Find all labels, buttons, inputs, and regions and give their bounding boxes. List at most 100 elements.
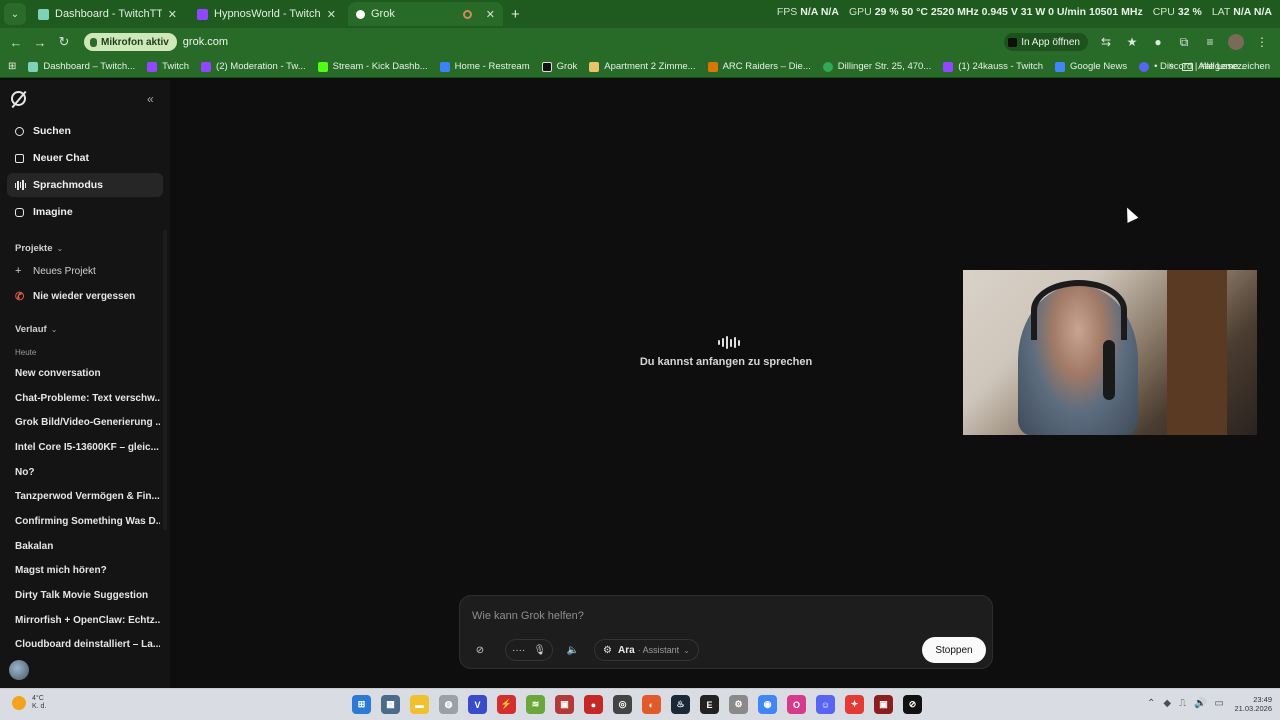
history-item[interactable]: New conversation bbox=[15, 368, 160, 379]
bookmark-item[interactable]: (2) Moderation - Tw... bbox=[201, 61, 306, 72]
extensions-puzzle-icon[interactable]: ⧉ bbox=[1176, 34, 1192, 50]
weather-widget[interactable]: 4°C K. d. bbox=[12, 695, 46, 711]
red-bird-app-icon[interactable]: ✦ bbox=[845, 695, 864, 714]
new-project-button[interactable]: + Neues Projekt bbox=[15, 265, 96, 277]
history-item[interactable]: Grok Bild/Video-Generierung ... bbox=[15, 417, 160, 428]
attach-icon[interactable]: ⊘ bbox=[470, 639, 490, 661]
history-item[interactable]: Cloudboard deinstalliert – La... bbox=[15, 639, 160, 650]
apps-grid-icon[interactable]: ⊞ bbox=[8, 61, 16, 72]
bookmark-item[interactable]: Apartment 2 Zimme... bbox=[589, 61, 696, 72]
translate-icon[interactable]: ⇆ bbox=[1098, 34, 1114, 50]
speaker-icon[interactable]: 🔈 bbox=[562, 639, 584, 661]
history-item[interactable]: Dirty Talk Movie Suggestion bbox=[15, 590, 160, 601]
tab-dashboard-twitchtts[interactable]: Dashboard - TwitchTTS ✕ bbox=[30, 2, 185, 26]
bookmark-item[interactable]: Home - Restream bbox=[439, 61, 530, 72]
grok-app-icon[interactable]: ⊘ bbox=[903, 695, 922, 714]
history-section-toggle[interactable]: Verlauf ⌄ bbox=[15, 324, 57, 335]
user-avatar[interactable] bbox=[9, 660, 29, 680]
epic-games-icon[interactable]: E bbox=[700, 695, 719, 714]
chrome-icon[interactable]: ◉ bbox=[758, 695, 777, 714]
clock-time: 23:49 bbox=[1253, 695, 1272, 704]
tab-grok[interactable]: Grok ✕ bbox=[348, 2, 503, 26]
tray-app-icon[interactable]: ◆ bbox=[1163, 698, 1171, 709]
streamer-app-icon[interactable]: ▣ bbox=[555, 695, 574, 714]
profile-avatar[interactable] bbox=[1228, 34, 1244, 50]
tab-hypnosworld-twitch[interactable]: HypnosWorld - Twitch ✕ bbox=[189, 2, 344, 26]
browser-menu-icon[interactable]: ⋮ bbox=[1254, 34, 1270, 50]
url-field[interactable]: grok.com bbox=[183, 36, 228, 48]
settings-gear-icon[interactable]: ⚙ bbox=[729, 695, 748, 714]
stop-button[interactable]: Stoppen bbox=[922, 637, 986, 663]
bookmark-star-icon[interactable]: ★ bbox=[1124, 34, 1140, 50]
microphone-active-badge[interactable]: Mikrofon aktiv bbox=[84, 33, 177, 51]
tray-overflow-chevron-icon[interactable]: ⌃ bbox=[1147, 698, 1155, 709]
bookmark-item[interactable]: Google News bbox=[1055, 61, 1127, 72]
file-explorer-icon[interactable]: ▬ bbox=[410, 695, 429, 714]
start-menu-icon[interactable]: ⊞ bbox=[352, 695, 371, 714]
folder-icon bbox=[1182, 62, 1194, 71]
open-in-app-button[interactable]: In App öffnen bbox=[1004, 33, 1088, 51]
message-input[interactable] bbox=[472, 608, 872, 624]
record-app-icon[interactable]: ● bbox=[584, 695, 603, 714]
microphone-icon[interactable]: 🎙 bbox=[533, 645, 546, 656]
history-item[interactable]: Chat-Probleme: Text verschw... bbox=[15, 393, 160, 404]
stack-app-icon[interactable]: ≋ bbox=[526, 695, 545, 714]
bookmark-label: Apartment 2 Zimme... bbox=[604, 61, 696, 72]
projects-section-toggle[interactable]: Projekte ⌄ bbox=[15, 243, 63, 254]
network-icon[interactable]: ⎍ bbox=[1179, 698, 1186, 709]
history-item[interactable]: Intel Core I5-13600KF – gleic... bbox=[15, 442, 160, 453]
forward-arrow-icon[interactable]: → bbox=[28, 35, 52, 50]
opera-icon[interactable]: O bbox=[787, 695, 806, 714]
collapse-sidebar-icon[interactable]: « bbox=[147, 92, 154, 106]
history-item[interactable]: Bakalan bbox=[15, 541, 160, 552]
mouse-app-icon[interactable]: ◍ bbox=[439, 695, 458, 714]
bookmark-item[interactable]: Twitch bbox=[147, 61, 189, 72]
close-tab-icon[interactable]: ✕ bbox=[327, 8, 336, 21]
lat-value: N/A N/A bbox=[1233, 6, 1272, 18]
more-dots-icon[interactable]: ···· bbox=[512, 645, 525, 656]
back-arrow-icon[interactable]: ← bbox=[4, 35, 28, 50]
sidebar-item-imagine[interactable]: Imagine bbox=[7, 200, 163, 224]
reload-icon[interactable]: ↻ bbox=[52, 34, 76, 50]
bookmark-item[interactable]: ARC Raiders – Die... bbox=[707, 61, 811, 72]
history-item[interactable]: Mirrorfish + OpenClaw: Echtz... bbox=[15, 615, 160, 626]
history-item[interactable]: Confirming Something Was D... bbox=[15, 516, 160, 527]
taskbar-clock[interactable]: 23:49 21.03.2026 bbox=[1234, 695, 1272, 713]
sidebar-scrollbar[interactable] bbox=[163, 230, 167, 530]
extension-circle-icon[interactable]: ● bbox=[1150, 34, 1166, 50]
bookmark-item[interactable]: Stream - Kick Dashb... bbox=[317, 61, 428, 72]
close-tab-icon[interactable]: ✕ bbox=[168, 8, 177, 21]
steam-icon[interactable]: ♨ bbox=[671, 695, 690, 714]
bookmark-item[interactable]: (1) 24kauss - Twitch bbox=[943, 61, 1043, 72]
history-item[interactable]: No? bbox=[15, 467, 160, 478]
tab-search-button[interactable]: ⌄ bbox=[4, 3, 26, 25]
system-stats-overlay: FPS N/A N/A GPU 29 % 50 °C 2520 MHz 0.945 … bbox=[777, 6, 1272, 18]
bookmark-item[interactable]: Dillinger Str. 25, 470... bbox=[822, 61, 931, 72]
v-app-icon[interactable]: V bbox=[468, 695, 487, 714]
all-bookmarks-button[interactable]: Alle Lesezeichen bbox=[1182, 61, 1270, 72]
new-tab-icon[interactable]: + bbox=[511, 6, 520, 23]
red-app-icon[interactable]: ⚡ bbox=[497, 695, 516, 714]
history-item[interactable]: Magst mich hören? bbox=[15, 565, 160, 576]
sidebar-item-new-chat[interactable]: Neuer Chat bbox=[7, 146, 163, 170]
volume-icon[interactable]: 🔊 bbox=[1194, 698, 1206, 709]
more-bookmarks-chevron-icon[interactable]: » bbox=[1168, 60, 1174, 71]
streamer-app-2-icon[interactable]: ▣ bbox=[874, 695, 893, 714]
sidebar-item-voice-mode[interactable]: Sprachmodus bbox=[7, 173, 163, 197]
sidebar-item-search[interactable]: Suchen bbox=[7, 119, 163, 143]
media-control-icon[interactable]: ≡ bbox=[1202, 34, 1218, 50]
bookmark-favicon-icon bbox=[201, 61, 212, 72]
grok-logo-icon[interactable] bbox=[11, 91, 26, 106]
calculator-icon[interactable]: ▦ bbox=[381, 695, 400, 714]
bookmark-item[interactable]: Dashboard – Twitch... bbox=[28, 61, 135, 72]
close-tab-icon[interactable]: ✕ bbox=[486, 8, 495, 21]
battery-icon[interactable]: ▭ bbox=[1215, 698, 1224, 709]
grok-favicon-icon bbox=[356, 9, 365, 19]
voice-selector[interactable]: ⚙ Ara · Assistant ⌄ bbox=[594, 639, 699, 661]
project-item[interactable]: ✆ Nie wieder vergessen bbox=[15, 290, 135, 303]
discord-icon[interactable]: ☺ bbox=[816, 695, 835, 714]
obs-icon[interactable]: ◎ bbox=[613, 695, 632, 714]
orange-app-icon[interactable]: ◐ bbox=[642, 695, 661, 714]
bookmark-item[interactable]: Grok bbox=[541, 61, 577, 72]
history-item[interactable]: Tanzperwod Vermögen & Fin... bbox=[15, 491, 160, 502]
